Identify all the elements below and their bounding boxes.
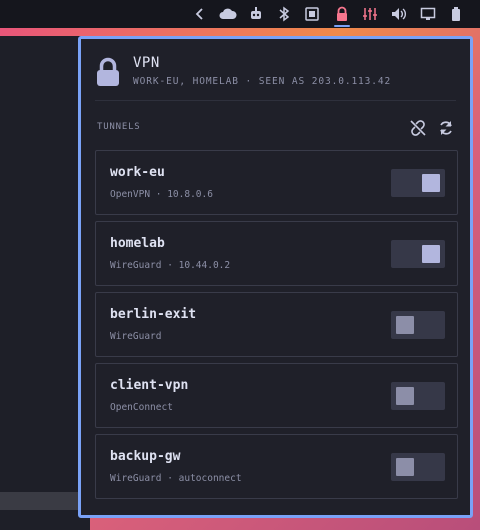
equalizer-icon[interactable] [356,0,384,28]
top-bar [0,0,480,28]
vpn-popup: VPN WORK-EU, HOMELAB · SEEN AS 203.0.113… [78,36,473,518]
tunnel-row: backup-gw WireGuard · autoconnect [95,434,458,499]
tunnel-toggle[interactable] [391,169,445,197]
tunnel-name: client-vpn [110,378,189,393]
tunnel-toggle[interactable] [391,453,445,481]
robot-icon[interactable] [242,0,270,28]
toggle-knob [396,458,414,476]
tunnel-name: homelab [110,236,165,251]
background-window [0,36,90,530]
vpn-title: VPN [133,55,160,71]
tunnel-toggle[interactable] [391,240,445,268]
tunnel-details: OpenConnect [110,402,173,413]
display-capture-icon[interactable] [298,0,326,28]
tunnel-toggle[interactable] [391,382,445,410]
lock-icon[interactable] [328,0,356,28]
toggle-knob [396,316,414,334]
header-divider [95,100,456,101]
tunnels-section-label: TUNNELS [97,122,141,132]
toggle-knob [422,174,440,192]
refresh-icon[interactable] [437,119,455,137]
disconnect-all-icon[interactable] [409,119,427,137]
tunnel-row: berlin-exit WireGuard [95,292,458,357]
tunnel-details: WireGuard [110,331,162,342]
tunnel-details: OpenVPN · 10.8.0.6 [110,189,213,200]
tunnel-row: client-vpn OpenConnect [95,363,458,428]
tunnel-toggle[interactable] [391,311,445,339]
tunnel-row: work-eu OpenVPN · 10.8.0.6 [95,150,458,215]
vpn-header: VPN WORK-EU, HOMELAB · SEEN AS 203.0.113… [95,53,455,105]
tunnel-list: work-eu OpenVPN · 10.8.0.6 homelab WireG… [95,150,458,505]
bluetooth-icon[interactable] [270,0,298,28]
tunnel-name: berlin-exit [110,307,197,322]
background-window-strip [0,492,90,510]
monitor-icon[interactable] [414,0,442,28]
tunnel-row: homelab WireGuard · 10.44.0.2 [95,221,458,286]
volume-icon[interactable] [385,0,413,28]
tunnel-name: work-eu [110,165,165,180]
toggle-knob [422,245,440,263]
tunnel-details: WireGuard · 10.44.0.2 [110,260,231,271]
cloud-icon[interactable] [214,0,242,28]
battery-icon[interactable] [442,0,470,28]
toggle-knob [396,387,414,405]
tunnel-name: backup-gw [110,449,181,464]
chevron-left-icon[interactable] [186,0,214,28]
vpn-status-subtitle: WORK-EU, HOMELAB · SEEN AS 203.0.113.42 [133,76,392,87]
tunnel-details: WireGuard · autoconnect [110,473,242,484]
vpn-lock-icon [95,57,121,87]
